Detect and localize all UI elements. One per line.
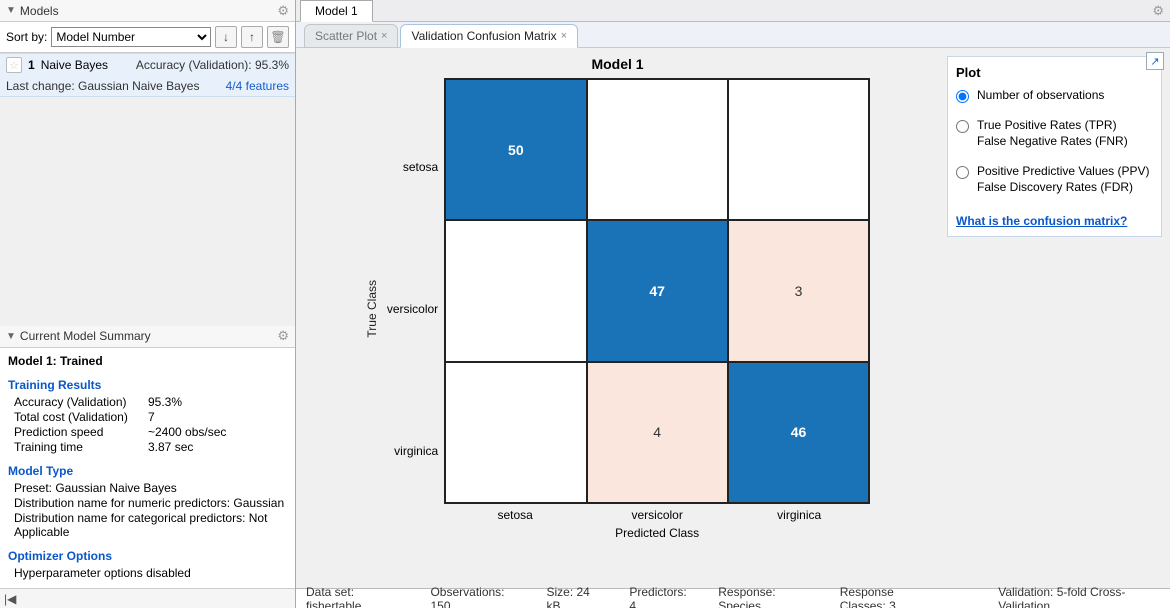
cell [445,362,586,503]
radio-ppv-fdr[interactable]: Positive Predictive Values (PPV) False D… [956,164,1153,196]
cost-label: Total cost (Validation) [8,410,148,424]
favorite-star-icon[interactable]: ☆ [6,57,22,73]
sort-row: Sort by: Model Number ↓ ↑ 🗑 [0,22,295,53]
radio-number-observations[interactable]: Number of observations [956,88,1153,104]
radio-input[interactable] [956,120,969,133]
tab-scatter-plot[interactable]: Scatter Plot × [304,24,398,48]
status-size: Size: 24 kB [547,585,602,608]
model-tabs: Model 1 ⚙ [296,0,1170,22]
y-axis-label: True Class [365,280,379,338]
dist-numeric-line: Distribution name for numeric predictors… [8,496,287,510]
time-value: 3.87 sec [148,440,193,454]
cost-value: 7 [148,410,155,424]
model-last-change: Last change: Gaussian Naive Bayes [6,79,226,93]
optimizer-title: Optimizer Options [8,549,287,563]
sort-select[interactable]: Model Number [51,27,211,47]
close-icon[interactable]: × [381,30,387,42]
cell: 46 [728,362,869,503]
model-tab[interactable]: Model 1 [300,0,373,22]
delete-button[interactable]: 🗑 [267,26,289,48]
sort-asc-button[interactable]: ↑ [241,26,263,48]
model-list-item[interactable]: ☆ 1 Naive Bayes Accuracy (Validation): 9… [0,53,295,97]
radio-input[interactable] [956,90,969,103]
sub-tabs: Scatter Plot × Validation Confusion Matr… [296,22,1170,48]
status-observations: Observations: 150 [430,585,518,608]
model-name: Naive Bayes [41,58,130,72]
cell: 4 [587,362,728,503]
status-predictors: Predictors: 4 [629,585,690,608]
speed-label: Prediction speed [8,425,148,439]
help-link[interactable]: What is the confusion matrix? [956,214,1127,228]
collapse-icon[interactable]: ▼ [6,5,16,16]
left-bottom-bar: |◀ [0,588,295,608]
chart-title: Model 1 [591,56,643,72]
summary-body: Model 1: Trained Training Results Accura… [0,348,295,589]
chart-zone: Model 1 True Class setosa versicolor vir… [296,48,939,588]
popout-icon[interactable]: ↗ [1146,52,1164,70]
summary-panel-title: Current Model Summary [20,329,277,343]
accuracy-label: Accuracy (Validation) [8,395,148,409]
plot-panel-title: Plot [956,65,1153,80]
gear-icon[interactable]: ⚙ [277,328,289,344]
models-panel-header: ▼ Models ⚙ [0,0,295,22]
status-validation: Validation: 5-fold Cross-Validation [998,585,1160,608]
y-ticks: setosa versicolor virginica [387,96,438,522]
summary-panel-header: ▼ Current Model Summary ⚙ [0,326,295,348]
cell [587,79,728,220]
close-icon[interactable]: × [561,30,567,42]
cell [728,79,869,220]
cell: 50 [445,79,586,220]
cell: 3 [728,220,869,361]
collapse-icon[interactable]: ▼ [6,331,16,342]
gear-icon[interactable]: ⚙ [1152,3,1164,19]
time-label: Training time [8,440,148,454]
models-panel-title: Models [20,4,277,18]
sort-label: Sort by: [6,30,47,44]
gear-icon[interactable]: ⚙ [277,3,289,19]
status-response: Response: Species [718,585,811,608]
x-ticks: setosa versicolor virginica [444,508,870,522]
summary-heading: Model 1: Trained [8,354,287,368]
status-dataset: Data set: fishertable [306,585,402,608]
cell: 47 [587,220,728,361]
cell [445,220,586,361]
model-type-title: Model Type [8,464,287,478]
status-bar: Data set: fishertable Observations: 150 … [296,588,1170,608]
tab-label: Scatter Plot [315,29,377,43]
status-classes: Response Classes: 3 [840,585,942,608]
models-empty-area [0,97,295,326]
tab-confusion-matrix[interactable]: Validation Confusion Matrix × [400,24,578,48]
dist-categorical-line: Distribution name for categorical predic… [8,511,287,539]
plot-options-panel: Plot Number of observations True Positiv… [947,56,1162,237]
preset-line: Preset: Gaussian Naive Bayes [8,481,287,495]
accuracy-value: 95.3% [148,395,182,409]
model-features: 4/4 features [226,79,289,93]
x-axis-label: Predicted Class [444,526,870,540]
collapse-left-icon[interactable]: |◀ [4,592,16,606]
model-number: 1 [28,58,35,72]
model-accuracy: Accuracy (Validation): 95.3% [136,58,289,72]
training-results-title: Training Results [8,378,287,392]
optimizer-line: Hyperparameter options disabled [8,566,287,580]
radio-tpr-fnr[interactable]: True Positive Rates (TPR) False Negative… [956,118,1153,150]
radio-input[interactable] [956,166,969,179]
speed-value: ~2400 obs/sec [148,425,226,439]
confusion-matrix: 50 47 3 4 46 [444,78,870,504]
tab-label: Validation Confusion Matrix [411,29,556,43]
sort-desc-button[interactable]: ↓ [215,26,237,48]
